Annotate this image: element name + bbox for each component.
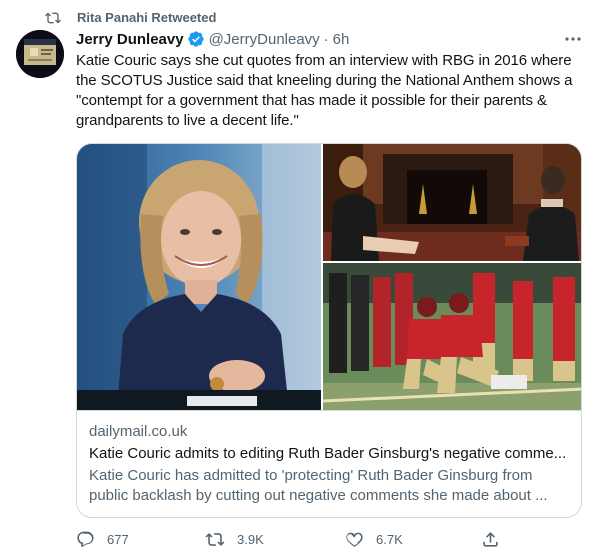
retweet-count: 3.9K [237,532,264,547]
link-description: Katie Couric has admitted to 'protecting… [89,467,548,504]
verified-badge-icon [187,30,205,48]
retweet-icon [45,12,61,24]
card-image-portrait [77,144,321,410]
separator-dot: · [323,30,329,48]
more-icon [565,37,581,41]
tweet-timestamp[interactable]: 6h [333,31,350,48]
card-image-kneeling [323,263,581,410]
link-domain: dailymail.co.uk [89,423,188,440]
retweet-label: Rita Panahi Retweeted [77,10,217,25]
like-button[interactable]: 6.7K [345,530,403,549]
tweet-actions: 677 3.9K 6.7K [76,530,582,552]
card-image-interview [323,144,581,261]
author-name[interactable]: Jerry Dunleavy [76,31,184,48]
more-options-button[interactable] [562,30,584,48]
reply-button[interactable]: 677 [76,530,129,549]
share-icon [483,532,498,547]
avatar-image [16,30,64,78]
retweet-button[interactable]: 3.9K [205,530,264,549]
retweet-action-icon [205,533,225,546]
tweet-header: Jerry Dunleavy @JerryDunleavy · 6h [76,29,349,49]
card-media[interactable] [77,144,581,410]
tweet-text: Katie Couric says she cut quotes from an… [76,52,573,129]
share-button[interactable] [481,530,500,549]
link-info[interactable]: dailymail.co.uk Katie Couric admits to e… [77,410,581,517]
reply-count: 677 [107,532,129,547]
heart-icon [346,532,363,547]
link-title: Katie Couric admits to editing Ruth Bade… [89,445,567,462]
avatar[interactable] [16,30,64,78]
link-card[interactable]: dailymail.co.uk Katie Couric admits to e… [76,143,582,518]
author-handle[interactable]: @JerryDunleavy [209,31,320,48]
like-count: 6.7K [376,532,403,547]
reply-icon [77,531,94,547]
